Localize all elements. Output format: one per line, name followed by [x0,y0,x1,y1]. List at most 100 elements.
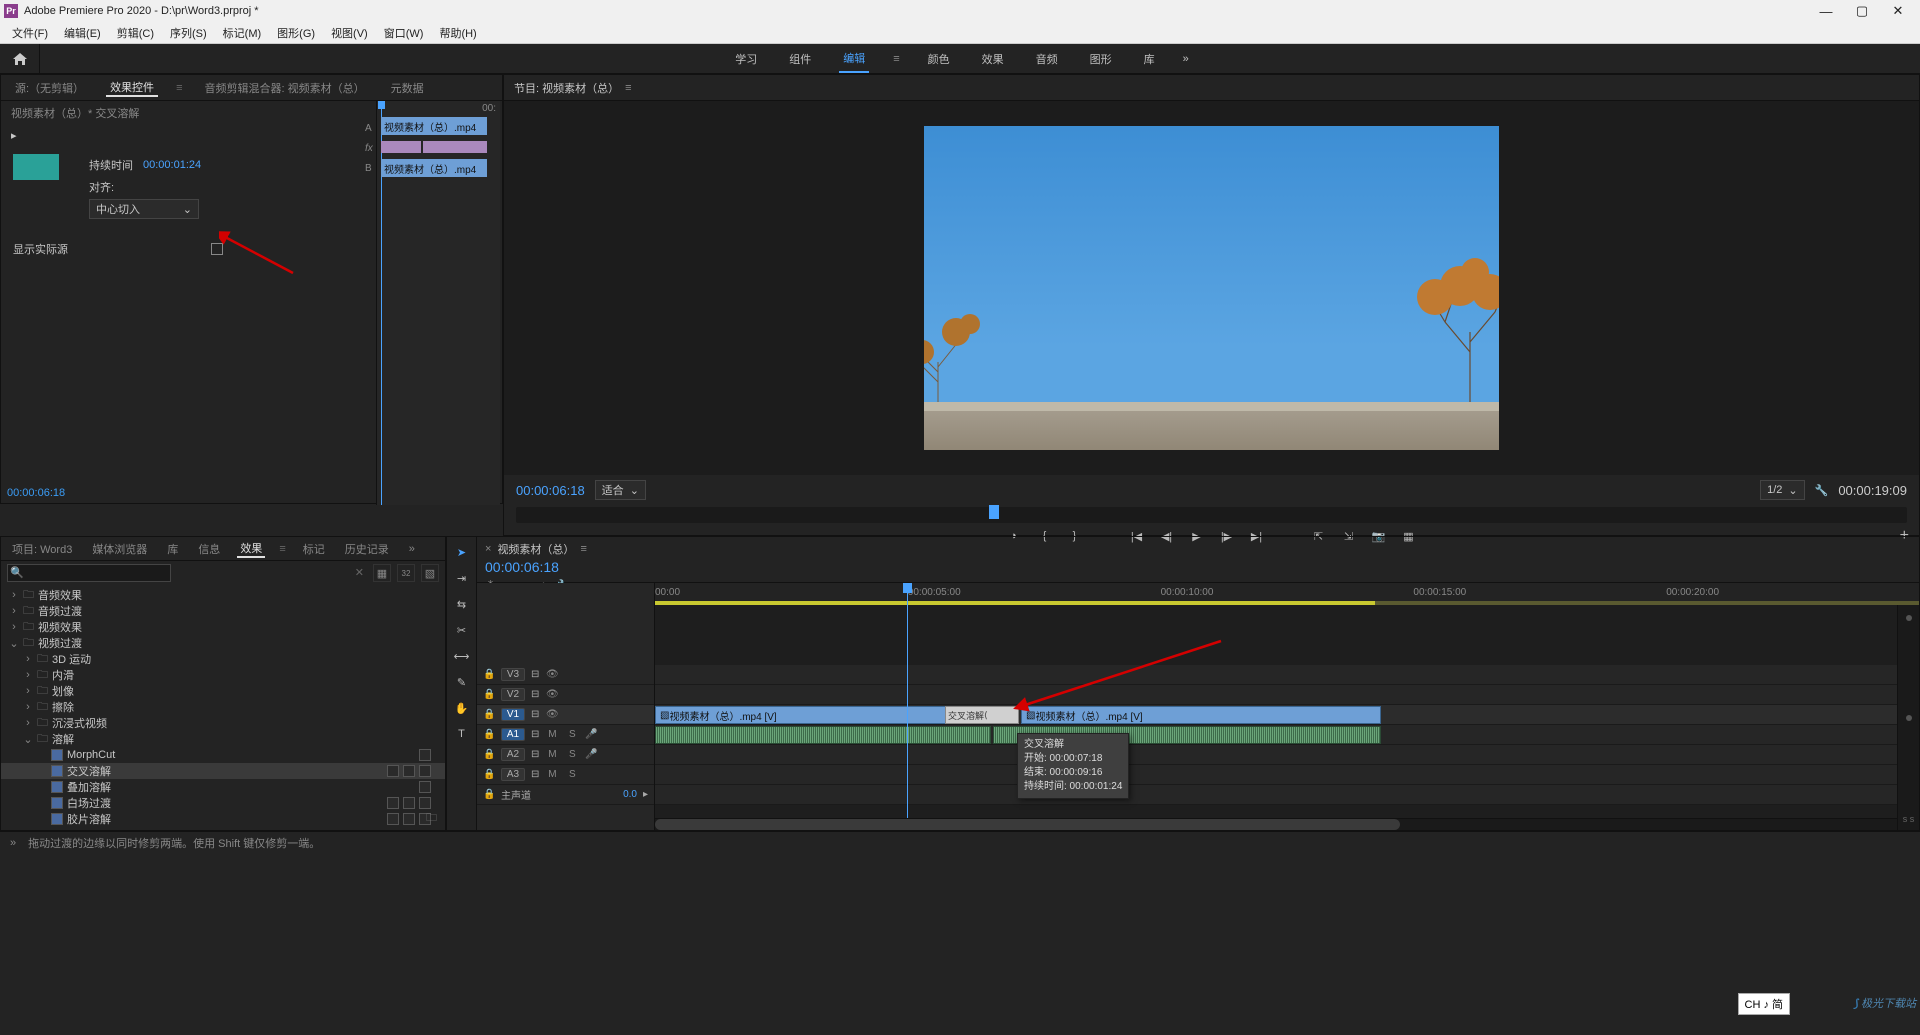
source-tab-0[interactable]: 源:（无剪辑） [11,80,88,96]
clip-v1-b[interactable]: ▧ 视频素材（总）.mp4 [V] [1021,706,1381,724]
clip-a1-a[interactable] [655,726,991,744]
menu-文件(F)[interactable]: 文件(F) [4,25,56,41]
menu-编辑(E)[interactable]: 编辑(E) [56,25,109,41]
track-a1[interactable]: A1 [501,728,525,741]
effects-item-音频效果[interactable]: ›🗀音频效果 [1,587,445,603]
project-tab-0[interactable]: 项目: Word3 [9,541,75,557]
window-close[interactable]: ✕ [1880,1,1916,21]
menu-图形(G)[interactable]: 图形(G) [269,25,323,41]
mini-fx-a[interactable] [381,141,421,153]
align-dropdown[interactable]: 中心切入⌄ [89,199,199,219]
effects-item-音频过渡[interactable]: ›🗀音频过渡 [1,603,445,619]
menu-序列(S)[interactable]: 序列(S) [162,25,215,41]
timeline-zoom-handle[interactable] [655,819,1400,830]
source-tab-1[interactable]: 效果控件 [106,79,158,97]
program-tab[interactable]: 节目: 视频素材（总）≡ [504,75,1919,101]
razor-tool-icon[interactable]: ✂ [453,621,471,639]
effects-item-视频过渡[interactable]: ⌄🗀视频过渡 [1,635,445,651]
ruler-tick: 00:00:10:00 [1161,587,1214,598]
status-chevrons[interactable]: » [10,837,16,849]
transition-v1[interactable]: 交叉溶解⟨ [945,706,1019,724]
show-actual-source-checkbox[interactable] [211,243,223,255]
badge-filter-3[interactable]: ▧ [421,564,439,582]
workspace-tab-学习[interactable]: 学习 [731,44,761,73]
window-minimize[interactable]: — [1808,1,1844,21]
menu-标记(M)[interactable]: 标记(M) [215,25,270,41]
effects-item-交叉溶解[interactable]: 交叉溶解 [1,763,445,779]
effects-item-擦除[interactable]: ›🗀擦除 [1,699,445,715]
project-tab-1[interactable]: 媒体浏览器 [89,541,150,557]
mini-clip-b[interactable]: 视频素材（总）.mp4 [381,159,487,177]
effects-item-视频效果[interactable]: ›🗀视频效果 [1,619,445,635]
badge-filter-2[interactable]: 32 [397,564,415,582]
master-value[interactable]: 0.0 [623,789,637,800]
track-select-tool-icon[interactable]: ⇥ [453,569,471,587]
clip-v1-a[interactable]: ▧ 视频素材（总）.mp4 [V] [655,706,949,724]
effects-item-划像[interactable]: ›🗀划像 [1,683,445,699]
fit-dropdown[interactable]: 适合⌄ [595,480,646,500]
source-tab-3[interactable]: 元数据 [387,80,428,96]
workspace-tab-组件[interactable]: 组件 [785,44,815,73]
menu-窗口(W)[interactable]: 窗口(W) [376,25,432,41]
wrench-icon[interactable]: 🔧 [1815,484,1829,497]
menu-帮助(H)[interactable]: 帮助(H) [431,25,484,41]
selection-tool-icon[interactable]: ➤ [453,543,471,561]
track-a1-lane [655,725,1919,745]
workspace-tab-库[interactable]: 库 [1140,44,1159,73]
window-maximize[interactable]: ▢ [1844,1,1880,21]
effects-item-MorphCut[interactable]: MorphCut [1,747,445,763]
timeline-tc[interactable]: 00:00:06:18 [485,559,1911,575]
hand-tool-icon[interactable]: ✋ [453,699,471,717]
effects-item-沉浸式视频[interactable]: ›🗀沉浸式视频 [1,715,445,731]
new-bin-icon[interactable]: 🗀 [426,809,437,828]
effects-item-溶解[interactable]: ⌄🗀溶解 [1,731,445,747]
project-tab-2[interactable]: 库 [164,541,181,557]
pen-tool-icon[interactable]: ✎ [453,673,471,691]
effects-item-3D 运动[interactable]: ›🗀3D 运动 [1,651,445,667]
track-v1[interactable]: V1 [501,708,525,721]
workspace-more[interactable]: » [1183,53,1189,65]
track-v3[interactable]: V3 [501,668,525,681]
effects-item-胶片溶解[interactable]: 胶片溶解 [1,811,445,827]
type-tool-icon[interactable]: T [453,725,471,743]
track-a2[interactable]: A2 [501,748,525,761]
track-v2[interactable]: V2 [501,688,525,701]
program-tc-left[interactable]: 00:00:06:18 [516,483,585,498]
ripple-tool-icon[interactable]: ⇆ [453,595,471,613]
workspace-tab-颜色[interactable]: 颜色 [924,44,954,73]
sequence-tab[interactable]: 视频素材（总） [497,541,574,557]
app-icon: Pr [4,4,18,18]
effects-item-叠加溶解[interactable]: 叠加溶解 [1,779,445,795]
workspace-tab-编辑[interactable]: 编辑 [839,44,869,73]
workspace-tab-图形[interactable]: 图形 [1086,44,1116,73]
mini-fx-b[interactable] [423,141,487,153]
project-tab-6[interactable]: 历史记录 [342,541,392,557]
project-tab-5[interactable]: 标记 [300,541,328,557]
track-master[interactable]: 主声道 [501,787,531,802]
effects-search-input[interactable] [7,564,171,582]
project-tab-more[interactable]: » [406,543,418,555]
effects-item-白场过渡[interactable]: 白场过渡 [1,795,445,811]
track-a3[interactable]: A3 [501,768,525,781]
home-button[interactable] [0,44,40,73]
mini-clip-a[interactable]: 视频素材（总）.mp4 [381,117,487,135]
project-tab-4[interactable]: 效果 [237,540,265,558]
effects-item-内滑[interactable]: ›🗀内滑 [1,667,445,683]
menu-剪辑(C)[interactable]: 剪辑(C) [109,25,162,41]
source-tab-2[interactable]: 音频剪辑混合器: 视频素材（总） [200,80,368,96]
badge-filter-1[interactable]: ▦ [373,564,391,582]
program-scrubber[interactable] [516,507,1907,523]
duration-value[interactable]: 00:00:01:24 [143,159,201,171]
workspace-tab-效果[interactable]: 效果 [978,44,1008,73]
program-tc-right[interactable]: 00:00:19:09 [1838,483,1907,498]
program-monitor-view[interactable] [504,101,1919,475]
slip-tool-icon[interactable]: ⟷ [453,647,471,665]
effect-controls-tc[interactable]: 00:00:06:18 [7,487,65,499]
timeline-tracks[interactable]: 00:0000:00:05:0000:00:10:0000:00:15:0000… [655,583,1919,830]
effects-tree[interactable]: ›🗀音频效果›🗀音频过渡›🗀视频效果⌄🗀视频过渡›🗀3D 运动›🗀内滑›🗀划像›… [1,585,445,830]
zoom-dropdown[interactable]: 1/2⌄ [1760,480,1805,500]
menu-视图(V)[interactable]: 视图(V) [323,25,376,41]
timeline-ruler[interactable]: 00:0000:00:05:0000:00:10:0000:00:15:0000… [655,583,1919,603]
project-tab-3[interactable]: 信息 [195,541,223,557]
workspace-tab-音频[interactable]: 音频 [1032,44,1062,73]
